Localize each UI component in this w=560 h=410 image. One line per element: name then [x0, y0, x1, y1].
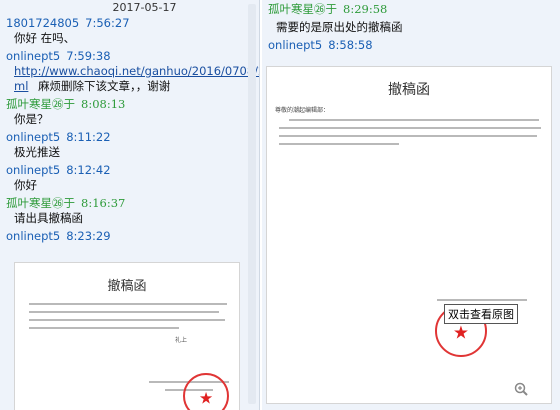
message-time: 7:59:38	[66, 49, 111, 63]
doc-greeting: 尊敬的潮起编辑部：	[275, 107, 330, 114]
message-text: 你是？	[14, 112, 49, 126]
message: onlinept5 8:12:42 你好	[0, 163, 259, 193]
sender-name: 孤叶寒星㉖于	[268, 2, 337, 16]
message-body: http://www.chaoqi.net/ganhuo/2016/0708/2…	[6, 64, 259, 94]
message-text: 极光推送	[14, 145, 60, 159]
sender-name: 1801724805	[6, 16, 80, 30]
message-text: 麻烦删除下该文章，，谢谢	[38, 79, 171, 93]
retraction-letter-image[interactable]: 撤稿函 尊敬的潮起编辑部： ★	[266, 66, 552, 404]
doc-text-line	[279, 143, 399, 145]
zoom-in-icon[interactable]	[514, 382, 528, 396]
sender-name: 孤叶寒星㉖于	[6, 97, 75, 111]
message-text: 需要的是原出处的撤稿函	[276, 20, 403, 34]
message: onlinept5 8:11:22 极光推送	[0, 130, 259, 160]
message: 1801724805 7:56:27 你好 在吗、	[0, 16, 259, 46]
date-separator: 2017-05-17	[112, 1, 177, 14]
doc-text-line	[279, 135, 537, 137]
message: onlinept5 8:23:29	[0, 229, 259, 244]
message: 孤叶寒星㉖于 8:29:58 需要的是原出处的撤稿函	[262, 0, 560, 35]
sender-name: onlinept5	[6, 229, 61, 243]
message: 孤叶寒星㉖于 8:16:37 请出具撤稿函	[0, 196, 259, 226]
red-seal-icon: ★	[183, 373, 229, 410]
message-time: 8:08:13	[81, 97, 126, 111]
doc-sign: 礼上	[175, 337, 188, 344]
doc-text-line	[279, 127, 541, 129]
sender-name: onlinept5	[268, 38, 323, 52]
doc-text-line	[437, 299, 527, 301]
sender-name: onlinept5	[6, 49, 61, 63]
doc-title: 撤稿函	[388, 82, 430, 98]
doc-text-line	[29, 311, 219, 313]
message-time: 8:12:42	[66, 163, 111, 177]
doc-text-line	[29, 319, 225, 321]
message-time: 7:56:27	[85, 16, 130, 30]
sender-name: onlinept5	[6, 163, 61, 177]
doc-text-line	[29, 327, 179, 329]
chat-history-right[interactable]: 孤叶寒星㉖于 8:29:58 需要的是原出处的撤稿函 onlinept5 8:58:…	[262, 0, 560, 410]
message: 孤叶寒星㉖于 8:08:13 你是？	[0, 97, 259, 127]
doc-text-line	[29, 303, 227, 305]
message-time: 8:29:58	[343, 2, 388, 16]
view-original-tooltip: 双击查看原图	[444, 304, 518, 324]
scrollbar[interactable]	[246, 4, 258, 404]
sender-name: 孤叶寒星㉖于	[6, 196, 75, 210]
sender-name: onlinept5	[6, 130, 61, 144]
message: onlinept5 7:59:38 http://www.chaoqi.net/g…	[0, 49, 259, 94]
message-time: 8:16:37	[81, 196, 126, 210]
message-time: 8:11:22	[66, 130, 111, 144]
message: onlinept5 8:58:58	[262, 38, 560, 53]
chat-history-left[interactable]: 2017-05-17 1801724805 7:56:27 你好 在吗、 onli…	[0, 0, 260, 410]
message-text: 你好	[14, 178, 37, 192]
message-time: 8:58:58	[328, 38, 373, 52]
retraction-letter-image[interactable]: 撤稿函 礼上 ★	[14, 262, 240, 410]
doc-title: 撤稿函	[107, 279, 147, 294]
message-text: 你好 在吗、	[14, 31, 76, 45]
doc-text-line	[289, 119, 539, 121]
message-time: 8:23:29	[66, 229, 111, 243]
message-text: 请出具撤稿函	[14, 211, 83, 225]
